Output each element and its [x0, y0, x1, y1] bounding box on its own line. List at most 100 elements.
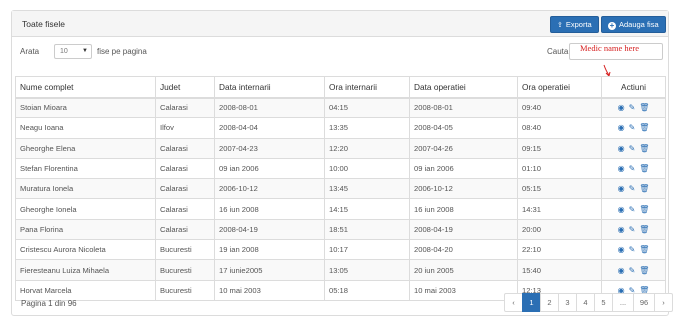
table-cell: 2008-04-19	[409, 218, 518, 241]
trash-icon[interactable]: 🗑	[639, 205, 649, 214]
table-cell: Muratura Ionela	[15, 178, 156, 200]
table-cell: 15:40	[517, 259, 602, 281]
eye-icon[interactable]: ◉	[618, 184, 625, 193]
table-cell: 16 iun 2008	[409, 198, 518, 220]
table-cell: 20 iun 2005	[409, 259, 518, 281]
actions-cell: ◉ ✎ 🗑	[601, 117, 666, 139]
table-cell: Calarasi	[155, 218, 215, 241]
actions-cell: ◉ ✎ 🗑	[601, 96, 666, 119]
table-row: Stoian Mioara Calarasi 2008-08-01 04:15 2008…	[15, 96, 666, 119]
eye-icon[interactable]: ◉	[618, 144, 625, 153]
table-cell: 20:00	[517, 218, 602, 241]
prev-page-button[interactable]: ‹	[504, 293, 523, 312]
column-header-actions: Actiuni	[601, 76, 666, 99]
page-size-value: 10	[60, 48, 68, 55]
table-cell: 09:40	[517, 96, 602, 119]
edit-icon[interactable]: ✎	[629, 184, 636, 193]
table-cell: Horvat Marcela	[15, 279, 156, 301]
page-button[interactable]: 1	[522, 293, 541, 312]
table-cell: Bucuresti	[155, 239, 215, 261]
trash-icon[interactable]: 🗑	[639, 144, 649, 153]
table-cell: 13:45	[324, 178, 410, 200]
page-button[interactable]: 2	[540, 293, 559, 312]
show-label: Arata	[20, 47, 40, 56]
page-size-select[interactable]: 10 ▼	[54, 44, 92, 59]
add-record-button[interactable]: + Adauga fisa	[601, 16, 666, 33]
eye-icon[interactable]: ◉	[618, 266, 625, 275]
table-cell: 09 ian 2006	[214, 157, 325, 180]
table-cell: 2008-04-20	[409, 239, 518, 261]
table-row: Gheorghe Ionela Calarasi 16 iun 2008 14:15 1…	[15, 198, 666, 220]
column-header[interactable]: Nume complet	[15, 76, 156, 99]
column-header[interactable]: Ora operatiei	[517, 76, 602, 99]
page-button: ...	[612, 293, 634, 312]
actions-cell: ◉ ✎ 🗑	[601, 178, 666, 200]
table-cell: Calarasi	[155, 157, 215, 180]
table-cell: Bucuresti	[155, 259, 215, 281]
table-cell: Calarasi	[155, 137, 215, 159]
search-label: Cauta:	[547, 47, 571, 56]
actions-cell: ◉ ✎ 🗑	[601, 137, 666, 159]
eye-icon[interactable]: ◉	[618, 123, 625, 132]
edit-icon[interactable]: ✎	[629, 245, 636, 254]
table-cell: Stefan Florentina	[15, 157, 156, 180]
next-page-button[interactable]: ›	[654, 293, 673, 312]
table-row: Cristescu Aurora Nicoleta Bucuresti 19 ian…	[15, 239, 666, 261]
table-cell: Pana Florina	[15, 218, 156, 241]
trash-icon[interactable]: 🗑	[639, 123, 649, 132]
trash-icon[interactable]: 🗑	[639, 225, 649, 234]
table-row: Gheorghe Elena Calarasi 2007-04-23 12:20 200…	[15, 137, 666, 159]
edit-icon[interactable]: ✎	[629, 266, 636, 275]
table-row: Stefan Florentina Calarasi 09 ian 2006 10:0…	[15, 157, 666, 180]
table-cell: 09:15	[517, 137, 602, 159]
actions-cell: ◉ ✎ 🗑	[601, 259, 666, 281]
edit-icon[interactable]: ✎	[629, 144, 636, 153]
table-cell: 08:40	[517, 117, 602, 139]
table-cell: 05:15	[517, 178, 602, 200]
actions-cell: ◉ ✎ 🗑	[601, 157, 666, 180]
table-cell: 09 ian 2006	[409, 157, 518, 180]
table-cell: 2008-08-01	[214, 96, 325, 119]
table-cell: 18:51	[324, 218, 410, 241]
trash-icon[interactable]: 🗑	[639, 245, 649, 254]
eye-icon[interactable]: ◉	[618, 245, 625, 254]
eye-icon[interactable]: ◉	[618, 164, 625, 173]
column-header[interactable]: Ora internarii	[324, 76, 410, 99]
table-cell: 13:05	[324, 259, 410, 281]
export-label: Exporta	[565, 20, 592, 29]
trash-icon[interactable]: 🗑	[639, 103, 649, 112]
trash-icon[interactable]: 🗑	[639, 164, 649, 173]
edit-icon[interactable]: ✎	[629, 205, 636, 214]
export-button[interactable]: ⇪ Exporta	[550, 16, 599, 33]
edit-icon[interactable]: ✎	[629, 123, 636, 132]
actions-cell: ◉ ✎ 🗑	[601, 239, 666, 261]
eye-icon[interactable]: ◉	[618, 225, 625, 234]
table-cell: 05:18	[324, 279, 410, 301]
table-cell: 2007-04-26	[409, 137, 518, 159]
trash-icon[interactable]: 🗑	[639, 184, 649, 193]
table-cell: 2008-04-05	[409, 117, 518, 139]
page-button[interactable]: 96	[633, 293, 655, 312]
table-cell: 2008-04-04	[214, 117, 325, 139]
eye-icon[interactable]: ◉	[618, 103, 625, 112]
edit-icon[interactable]: ✎	[629, 103, 636, 112]
page-button[interactable]: 4	[576, 293, 595, 312]
column-header[interactable]: Judet	[155, 76, 215, 99]
annotation-text: Medic name here	[580, 43, 639, 53]
page-button[interactable]: 3	[558, 293, 577, 312]
table-cell: 2006-10-12	[409, 178, 518, 200]
column-header[interactable]: Data internarii	[214, 76, 325, 99]
table-cell: Calarasi	[155, 198, 215, 220]
eye-icon[interactable]: ◉	[618, 205, 625, 214]
table-cell: Neagu Ioana	[15, 117, 156, 139]
edit-icon[interactable]: ✎	[629, 225, 636, 234]
column-header[interactable]: Data operatiei	[409, 76, 518, 99]
actions-cell: ◉ ✎ 🗑	[601, 218, 666, 241]
edit-icon[interactable]: ✎	[629, 164, 636, 173]
table-cell: Cristescu Aurora Nicoleta	[15, 239, 156, 261]
table-cell: 16 iun 2008	[214, 198, 325, 220]
trash-icon[interactable]: 🗑	[639, 266, 649, 275]
panel-header: Toate fisele ⇪ Exporta + Adauga fisa	[12, 11, 668, 37]
page-button[interactable]: 5	[594, 293, 613, 312]
table-cell: Gheorghe Ionela	[15, 198, 156, 220]
